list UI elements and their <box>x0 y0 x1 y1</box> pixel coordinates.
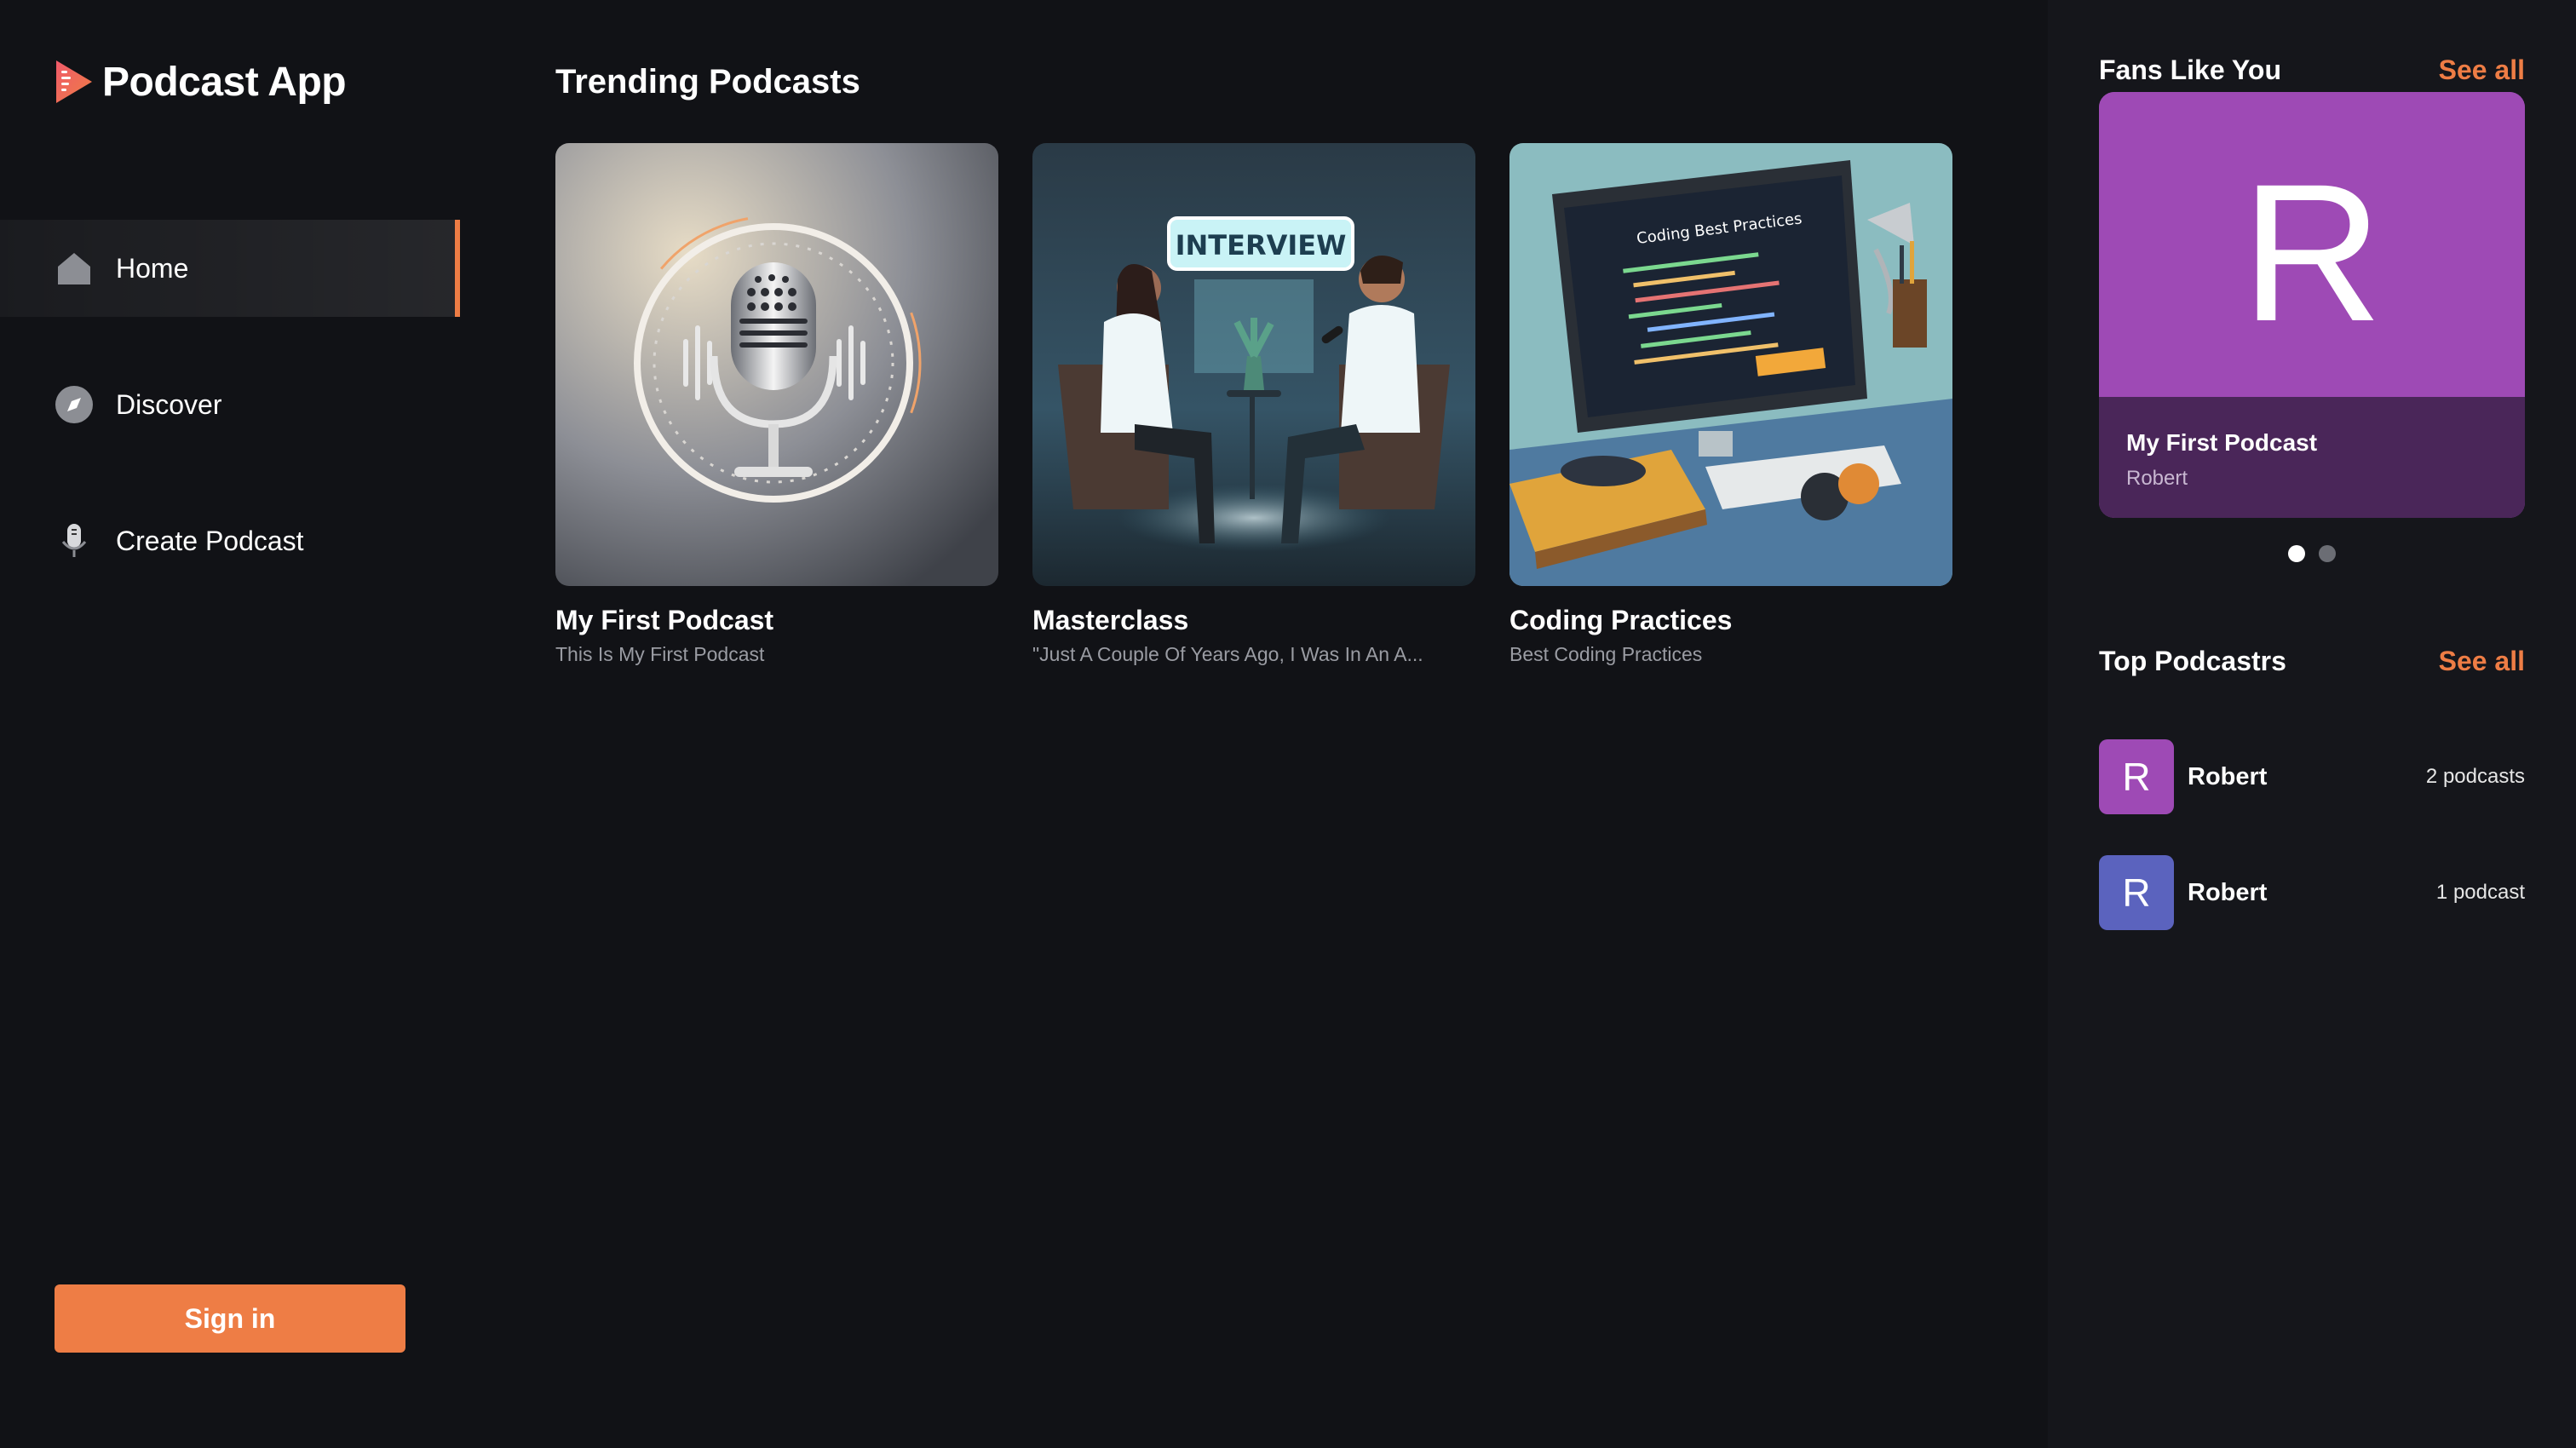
fan-card-info: My First Podcast Robert <box>2099 397 2525 518</box>
podcast-card-title: My First Podcast <box>555 605 774 635</box>
logo-icon <box>56 60 92 103</box>
trending-podcast-list: My First Podcast This Is My First Podcas… <box>555 143 1952 666</box>
carousel-dot[interactable] <box>2288 545 2305 562</box>
interview-artwork: INTERVIEW <box>1032 143 1475 586</box>
compass-icon <box>55 386 93 423</box>
home-icon <box>58 253 90 284</box>
right-panel: Fans Like You See all R My First Podcast… <box>2048 0 2576 1448</box>
podcast-card[interactable]: Coding Best Practices Coding Practices B… <box>1509 143 1952 666</box>
sidebar-item-label: Create Podcast <box>116 525 304 556</box>
sidebar-item-create-podcast[interactable]: Create Podcast <box>0 492 460 589</box>
podcast-count: 2 podcasts <box>2425 765 2525 788</box>
podcast-card[interactable]: My First Podcast This Is My First Podcas… <box>555 143 998 666</box>
coding-desk-artwork: Coding Best Practices <box>1509 143 1952 586</box>
app-root: Podcast App Home Discover Create Podcast… <box>0 0 2576 1448</box>
podcast-card-subtitle: This Is My First Podcast <box>555 643 765 665</box>
section-title-trending: Trending Podcasts <box>555 63 860 101</box>
fan-podcast-card[interactable]: R My First Podcast Robert <box>2099 92 2525 518</box>
carousel-dots <box>2288 545 2336 562</box>
sidebar-item-label: Discover <box>116 388 222 420</box>
app-logo[interactable]: Podcast App <box>53 55 347 109</box>
podcast-card-title: Coding Practices <box>1509 605 1733 635</box>
microphone-icon <box>61 524 87 557</box>
fan-card-initial: R <box>2240 143 2383 362</box>
podcaster-row[interactable]: R Robert 2 podcasts <box>2099 739 2525 814</box>
fan-card-author: Robert <box>2126 467 2188 490</box>
sidebar-item-label: Home <box>116 252 189 284</box>
microphone-artwork <box>555 143 998 586</box>
top-podcasters-header: Top Podcastrs See all <box>2099 646 2525 677</box>
top-podcasters-title: Top Podcastrs <box>2099 646 2286 676</box>
fan-card-title: My First Podcast <box>2126 429 2318 456</box>
app-title: Podcast App <box>102 59 347 105</box>
avatar: R <box>2099 739 2174 814</box>
fans-like-you-header: Fans Like You See all <box>2099 55 2525 86</box>
sidebar-item-home[interactable]: Home <box>0 220 460 317</box>
sidebar: Podcast App Home Discover Create Podcast… <box>0 0 460 1448</box>
fans-like-you-title: Fans Like You <box>2099 55 2281 85</box>
carousel-dot[interactable] <box>2319 545 2336 562</box>
sign-in-button[interactable]: Sign in <box>55 1284 405 1353</box>
podcaster-name: Robert <box>2188 762 2268 790</box>
avatar: R <box>2099 855 2174 930</box>
podcast-count: 1 podcast <box>2435 881 2525 904</box>
fans-see-all-link[interactable]: See all <box>2439 55 2525 86</box>
podcast-card-subtitle: "Just A Couple Of Years Ago, I Was In An… <box>1032 643 1423 665</box>
fan-card-cover: R <box>2099 92 2525 397</box>
podcast-card[interactable]: INTERVIEW Masterclass "Just A Couple Of … <box>1032 143 1475 666</box>
podcast-card-subtitle: Best Coding Practices <box>1509 643 1703 665</box>
podcaster-row[interactable]: R Robert 1 podcast <box>2099 855 2525 930</box>
sidebar-nav: Home Discover Create Podcast <box>0 220 460 629</box>
interview-sign-text: INTERVIEW <box>1176 229 1347 261</box>
podcaster-name: Robert <box>2188 878 2268 906</box>
sidebar-item-discover[interactable]: Discover <box>0 356 460 453</box>
top-podcasters-see-all-link[interactable]: See all <box>2439 646 2525 677</box>
podcast-card-title: Masterclass <box>1032 605 1189 635</box>
